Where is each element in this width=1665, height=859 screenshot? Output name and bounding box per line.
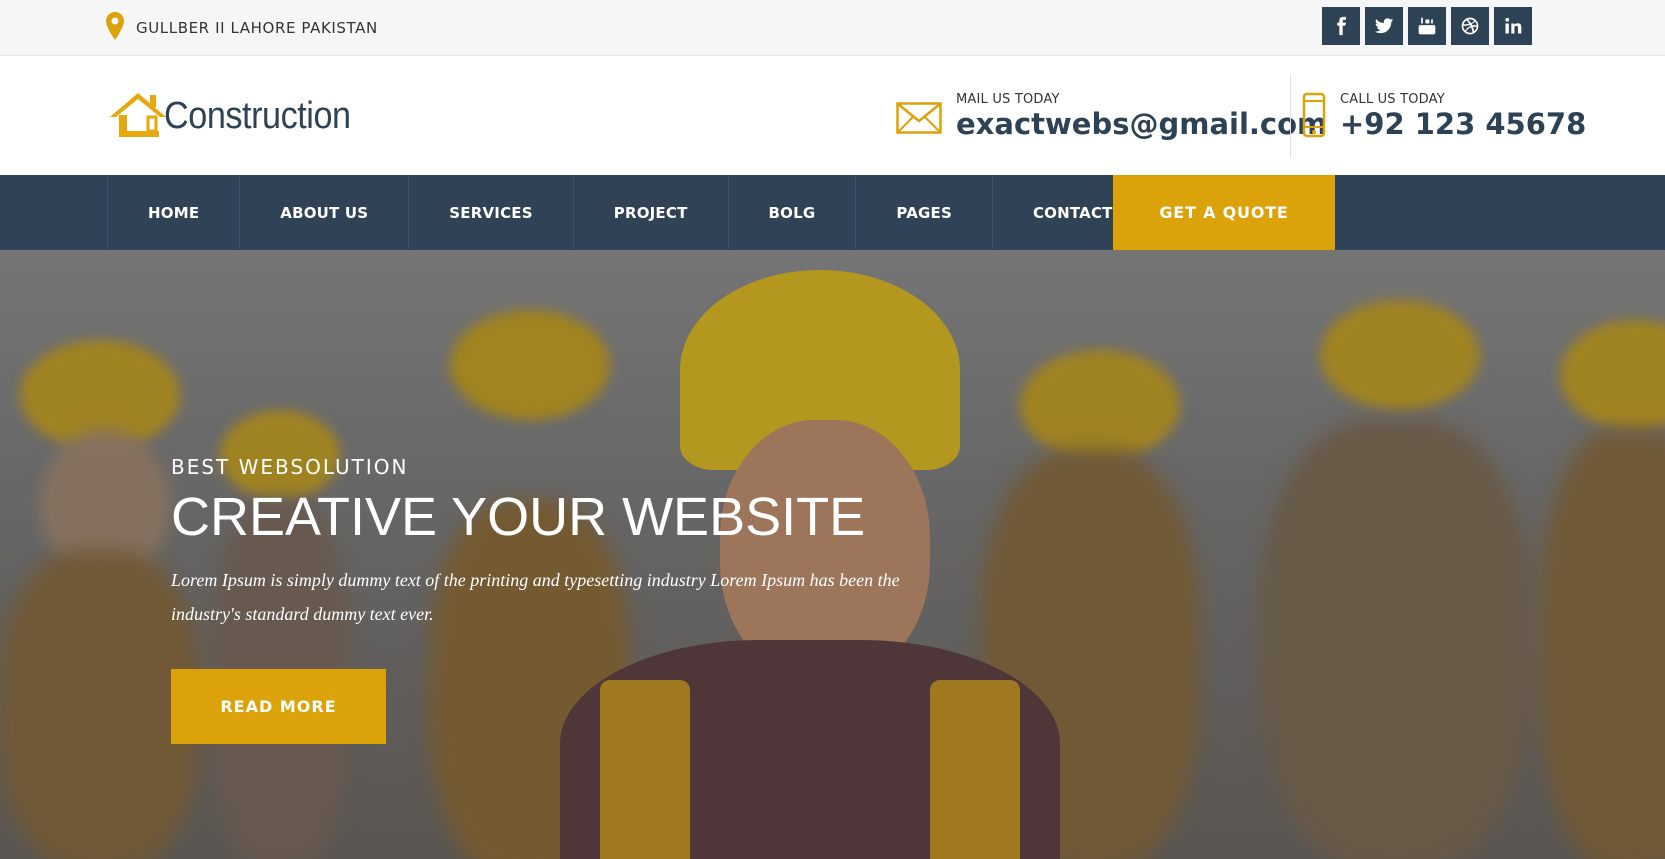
- envelope-icon: [896, 102, 942, 138]
- hero-headline: CREATIVE YOUR WEBSITE: [171, 487, 866, 547]
- mail-contact: MAIL US TODAY exactwebs@gmail.com: [896, 92, 1327, 141]
- main-nav: HOME ABOUT US SERVICES PROJECT BOLG PAGE…: [0, 175, 1665, 250]
- get-a-quote-button[interactable]: GET A QUOTE: [1113, 175, 1335, 250]
- dribbble-icon[interactable]: [1451, 7, 1489, 45]
- top-bar: GULLBER II LAHORE PAKISTAN: [0, 0, 1665, 56]
- hero-kicker: BEST WEBSOLUTION: [171, 455, 409, 479]
- nav-item-project[interactable]: PROJECT: [572, 175, 728, 250]
- hero-banner: BEST WEBSOLUTION CREATIVE YOUR WEBSITE L…: [0, 250, 1665, 859]
- nav-menu: HOME ABOUT US SERVICES PROJECT BOLG PAGE…: [107, 175, 1183, 250]
- location-text: GULLBER II LAHORE PAKISTAN: [136, 19, 378, 37]
- youtube-icon[interactable]: [1408, 7, 1446, 45]
- house-logo-icon: [110, 93, 166, 137]
- nav-item-home[interactable]: HOME: [107, 175, 239, 250]
- divider: [1290, 74, 1291, 158]
- site-header: Construction MAIL US TODAY exactwebs@gma…: [0, 56, 1665, 175]
- nav-item-about-us[interactable]: ABOUT US: [239, 175, 408, 250]
- hero-content: BEST WEBSOLUTION CREATIVE YOUR WEBSITE L…: [171, 455, 931, 744]
- mobile-phone-icon: [1302, 92, 1326, 142]
- phone-link[interactable]: +92 123 45678: [1340, 107, 1586, 141]
- social-links: [1322, 7, 1532, 45]
- nav-item-blog[interactable]: BOLG: [727, 175, 856, 250]
- phone-label: CALL US TODAY: [1340, 92, 1445, 107]
- facebook-icon[interactable]: [1322, 7, 1360, 45]
- phone-contact: CALL US TODAY +92 123 45678: [1302, 92, 1586, 142]
- hero-description: Lorem Ipsum is simply dummy text of the …: [171, 570, 900, 624]
- email-link[interactable]: exactwebs@gmail.com: [956, 107, 1327, 141]
- mail-label: MAIL US TODAY: [956, 92, 1060, 107]
- location: GULLBER II LAHORE PAKISTAN: [106, 12, 378, 44]
- map-pin-icon: [106, 12, 124, 44]
- twitter-icon[interactable]: [1365, 7, 1403, 45]
- linkedin-icon[interactable]: [1494, 7, 1532, 45]
- read-more-button[interactable]: READ MORE: [171, 669, 386, 744]
- nav-item-pages[interactable]: PAGES: [855, 175, 992, 250]
- nav-item-services[interactable]: SERVICES: [408, 175, 572, 250]
- logo-text: Construction: [164, 95, 351, 137]
- site-logo[interactable]: Construction: [108, 89, 363, 149]
